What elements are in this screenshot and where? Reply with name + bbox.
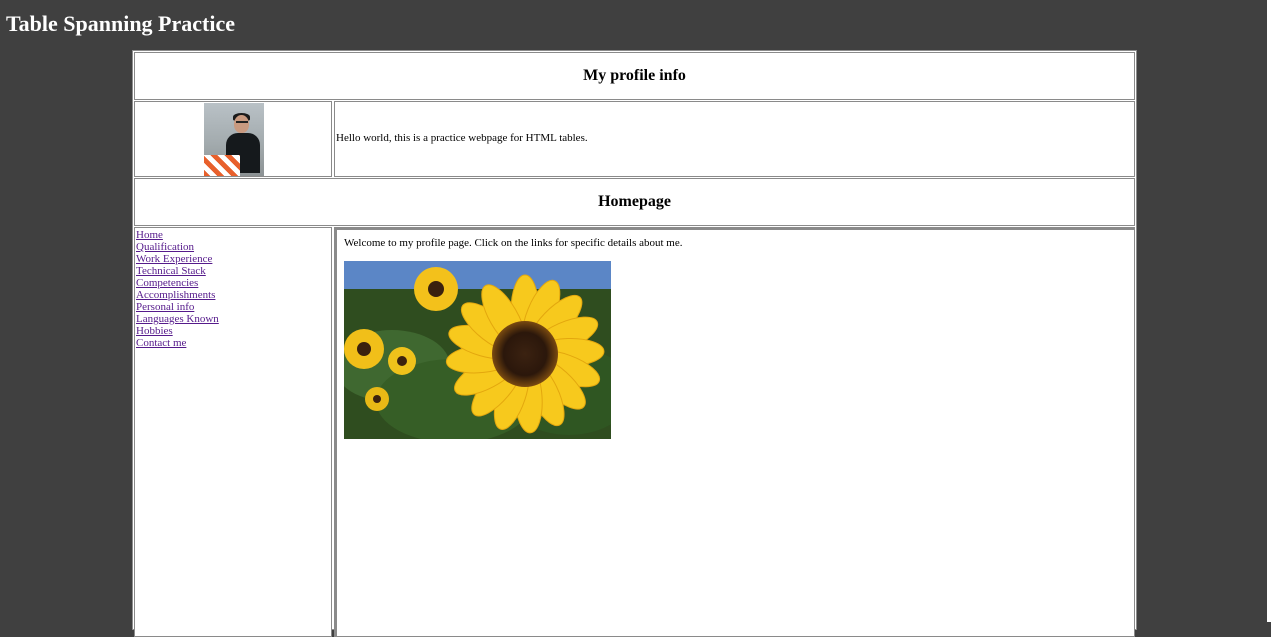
profile-header: My profile info (583, 67, 686, 84)
page-title: Table Spanning Practice (6, 11, 235, 36)
sidebar-nav: Home Qualification Work Experience Techn… (136, 229, 219, 349)
sunflower-image (344, 261, 611, 439)
profile-avatar (204, 103, 264, 176)
nav-link-personal-info[interactable]: Personal info (136, 301, 219, 313)
nav-link-home[interactable]: Home (136, 229, 219, 241)
sunflower-photo-art (344, 261, 611, 439)
sunflower-small-2 (344, 329, 384, 369)
welcome-text: Welcome to my profile page. Click on the… (344, 237, 683, 249)
sunflower-small-4 (365, 387, 389, 411)
nav-link-languages-known[interactable]: Languages Known (136, 313, 219, 325)
nav-link-qualification[interactable]: Qualification (136, 241, 219, 253)
homepage-header: Homepage (598, 193, 671, 210)
intro-cell: Hello world, this is a practice webpage … (334, 101, 1135, 177)
main-content-cell: Welcome to my profile page. Click on the… (334, 227, 1135, 637)
profile-table: My profile info Hello world, this is a p… (132, 50, 1137, 637)
nav-link-accomplishments[interactable]: Accomplishments (136, 289, 219, 301)
intro-text: Hello world, this is a practice webpage … (336, 132, 588, 144)
homepage-header-cell: Homepage (134, 178, 1135, 226)
window-edge-scrollbar[interactable] (1267, 0, 1271, 622)
sunflower-small-3 (388, 347, 416, 375)
avatar-checkered-table (204, 155, 240, 176)
nav-link-contact-me[interactable]: Contact me (136, 337, 219, 349)
profile-header-cell: My profile info (134, 52, 1135, 100)
sidebar-cell: Home Qualification Work Experience Techn… (134, 227, 332, 637)
avatar-cell (134, 101, 332, 177)
nav-link-work-experience[interactable]: Work Experience (136, 253, 219, 265)
nav-link-hobbies[interactable]: Hobbies (136, 325, 219, 337)
nav-link-technical-stack[interactable]: Technical Stack (136, 265, 219, 277)
nav-link-competencies[interactable]: Competencies (136, 277, 219, 289)
sunflower-small-1 (414, 267, 458, 311)
avatar-glasses (236, 121, 248, 126)
